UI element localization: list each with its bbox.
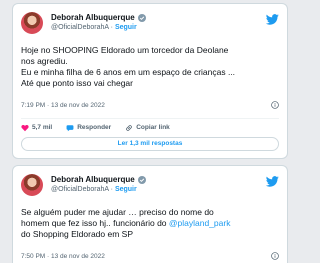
tweet-meta: 7:50 PM · 13 de nov de 2022 — [21, 252, 279, 261]
avatar[interactable] — [21, 174, 43, 196]
tweet-timestamp[interactable]: 7:19 PM · 13 de nov de 2022 — [21, 102, 105, 109]
avatar[interactable] — [21, 12, 43, 34]
author-handle[interactable]: @OficialDeborahA — [51, 186, 109, 193]
copy-link-action[interactable]: Copiar link — [125, 124, 170, 132]
tweet-line: do Shopping Eldorado em SP — [21, 229, 133, 239]
tweet-timestamp[interactable]: 7:50 PM · 13 de nov de 2022 — [21, 253, 105, 260]
mention-link[interactable]: @playland_park — [169, 218, 231, 228]
tweet-line: Hoje no SHOOPING Eldorado um torcedor da… — [21, 45, 229, 55]
tweet-line-text: homem que fez isso hj.. funcionário do — [21, 218, 169, 228]
follow-button[interactable]: Seguir — [115, 24, 137, 31]
tweet-card-2: Deborah Albuquerque @OficialDeborahA · S… — [12, 165, 288, 263]
tweet-card-1: Deborah Albuquerque @OficialDeborahA · S… — [12, 3, 288, 159]
tweet-line: Até que ponto isso vai chegar — [21, 78, 133, 88]
author-name[interactable]: Deborah Albuquerque — [51, 12, 135, 23]
follow-button[interactable]: Seguir — [115, 186, 137, 193]
reply-action[interactable]: Responder — [66, 124, 111, 132]
author-name[interactable]: Deborah Albuquerque — [51, 174, 135, 185]
verified-badge-icon — [137, 175, 146, 184]
tweet-meta: 7:19 PM · 13 de nov de 2022 — [21, 101, 279, 110]
tweet-line: homem que fez isso hj.. funcionário do @… — [21, 218, 279, 229]
like-count: 5,7 mil — [32, 124, 53, 131]
heart-icon — [21, 124, 29, 131]
link-icon — [126, 124, 132, 131]
tweet-text: Se alguém puder me ajudar … preciso do n… — [21, 207, 279, 240]
read-replies-button[interactable]: Ler 1,3 mil respostas — [21, 137, 279, 151]
like-action[interactable]: 5,7 mil — [21, 124, 52, 132]
twitter-bird-icon[interactable] — [266, 14, 279, 25]
twitter-bird-icon[interactable] — [266, 176, 279, 187]
tweet-line: nos agrediu. — [21, 56, 68, 66]
tweet-actions: 5,7 mil Responder Copiar link — [21, 118, 279, 132]
tweet-header: Deborah Albuquerque @OficialDeborahA · S… — [21, 12, 279, 36]
reply-icon — [66, 124, 74, 131]
info-icon[interactable] — [271, 252, 279, 260]
tweet-header: Deborah Albuquerque @OficialDeborahA · S… — [21, 174, 279, 198]
tweet-line: Se alguém puder me ajudar … preciso do n… — [21, 207, 214, 217]
tweet-line: Eu e minha filha de 6 anos em um espaço … — [21, 67, 236, 77]
author-handle[interactable]: @OficialDeborahA — [51, 24, 109, 31]
tweet-text: Hoje no SHOOPING Eldorado um torcedor da… — [21, 45, 279, 89]
info-icon[interactable] — [271, 101, 279, 109]
verified-badge-icon — [137, 13, 146, 22]
copy-link-label: Copiar link — [136, 124, 170, 131]
reply-label: Responder — [77, 124, 112, 131]
